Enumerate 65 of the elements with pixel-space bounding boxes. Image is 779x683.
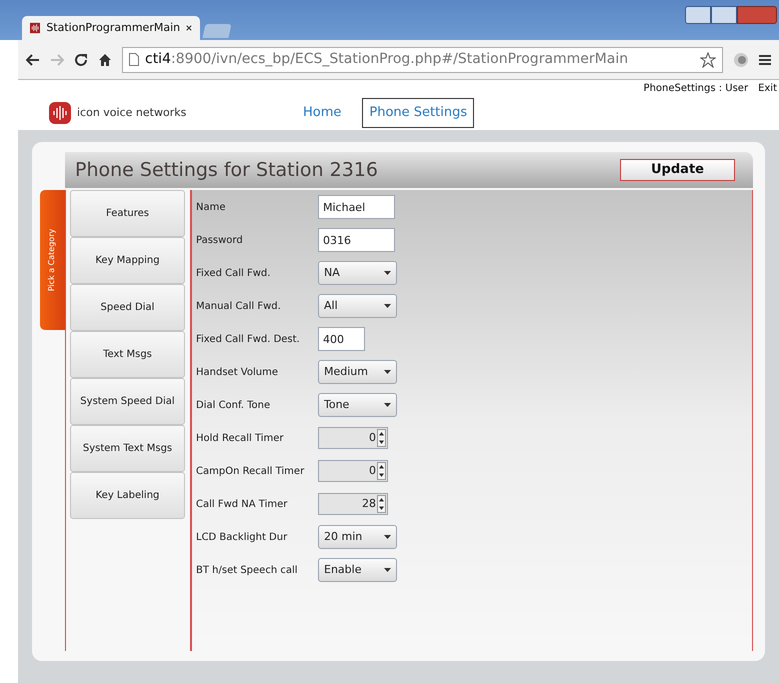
page-icon bbox=[129, 53, 139, 66]
category-button[interactable]: Speed Dial bbox=[70, 284, 185, 331]
caret-icon bbox=[384, 271, 391, 275]
caret-icon bbox=[384, 304, 391, 308]
category-button[interactable]: Features bbox=[70, 190, 185, 237]
address-text: cti4:8900/ivn/ecs_bp/ECS_StationProg.php#/StationProgrammerMain bbox=[145, 50, 628, 69]
category-button[interactable]: Key Labeling bbox=[70, 472, 185, 519]
number-spinner[interactable]: 28 bbox=[318, 493, 388, 515]
category-tab[interactable]: Pick a Category bbox=[40, 190, 65, 330]
field-label: CampOn Recall Timer bbox=[196, 464, 306, 478]
field-label: BT h/set Speech call bbox=[196, 564, 299, 578]
nav-link[interactable]: Phone Settings bbox=[362, 98, 474, 128]
exit-link[interactable]: Exit bbox=[758, 81, 777, 96]
star-icon[interactable] bbox=[700, 52, 716, 68]
category-button[interactable]: Text Msgs bbox=[70, 331, 185, 378]
tab-title: StationProgrammerMain bbox=[46, 20, 180, 36]
spin-arrows-icon bbox=[377, 462, 386, 480]
minimize-button[interactable] bbox=[685, 6, 711, 24]
field-label: Name bbox=[196, 200, 227, 214]
nav-link[interactable]: Home bbox=[296, 98, 348, 128]
spin-arrows-icon bbox=[377, 495, 386, 513]
input-field[interactable]: 400 bbox=[318, 327, 365, 351]
dropdown[interactable]: 20 min bbox=[318, 525, 397, 549]
field-label: Manual Call Fwd. bbox=[196, 300, 282, 314]
browser-tab[interactable]: StationProgrammerMain bbox=[22, 16, 200, 40]
logo-text: icon voice networks bbox=[77, 104, 186, 121]
input-field[interactable]: 0316 bbox=[318, 228, 395, 252]
section-label: PhoneSettings : User bbox=[644, 82, 748, 96]
field-label: Fixed Call Fwd. Dest. bbox=[196, 332, 301, 346]
category-button[interactable]: System Speed Dial bbox=[70, 378, 185, 425]
dropdown[interactable]: Tone bbox=[318, 393, 397, 417]
page-title: Phone Settings for Station 2316 bbox=[75, 158, 378, 183]
dropdown[interactable]: Enable bbox=[318, 558, 397, 582]
extension-icon[interactable] bbox=[733, 52, 749, 68]
number-spinner[interactable]: 0 bbox=[318, 427, 388, 449]
category-button[interactable]: System Text Msgs bbox=[70, 425, 185, 472]
field-label: Password bbox=[196, 234, 244, 248]
category-tab-label: Pick a Category bbox=[46, 228, 58, 292]
home-icon[interactable] bbox=[98, 52, 112, 66]
app-logo-icon bbox=[30, 21, 40, 35]
address-field[interactable]: cti4:8900/ivn/ecs_bp/ECS_StationProg.php#/StationProgrammerMain bbox=[122, 46, 723, 72]
reload-icon[interactable] bbox=[74, 52, 88, 66]
dropdown[interactable]: NA bbox=[318, 261, 397, 285]
close-icon[interactable] bbox=[186, 24, 192, 32]
dropdown[interactable]: All bbox=[318, 294, 397, 318]
number-spinner[interactable]: 0 bbox=[318, 460, 388, 482]
field-label: Fixed Call Fwd. bbox=[196, 266, 272, 280]
field-label: Call Fwd NA Timer bbox=[196, 498, 288, 512]
spin-arrows-icon bbox=[377, 429, 386, 447]
back-arrow-icon[interactable] bbox=[26, 54, 40, 66]
menu-icon[interactable] bbox=[759, 54, 771, 66]
caret-icon bbox=[384, 403, 391, 407]
category-button[interactable]: Key Mapping bbox=[70, 237, 185, 284]
logo-icon bbox=[49, 102, 71, 124]
field-label: Handset Volume bbox=[196, 366, 279, 380]
field-label: Dial Conf. Tone bbox=[196, 398, 272, 412]
caret-icon bbox=[384, 370, 391, 374]
caret-icon bbox=[384, 535, 391, 539]
field-label: LCD Backlight Dur bbox=[196, 530, 288, 544]
caret-icon bbox=[384, 568, 391, 572]
field-label: Hold Recall Timer bbox=[196, 432, 285, 446]
maximize-button[interactable] bbox=[711, 6, 737, 24]
input-field[interactable]: Michael bbox=[318, 195, 395, 219]
dropdown[interactable]: Medium bbox=[318, 360, 397, 384]
update-button[interactable]: Update bbox=[620, 159, 735, 181]
